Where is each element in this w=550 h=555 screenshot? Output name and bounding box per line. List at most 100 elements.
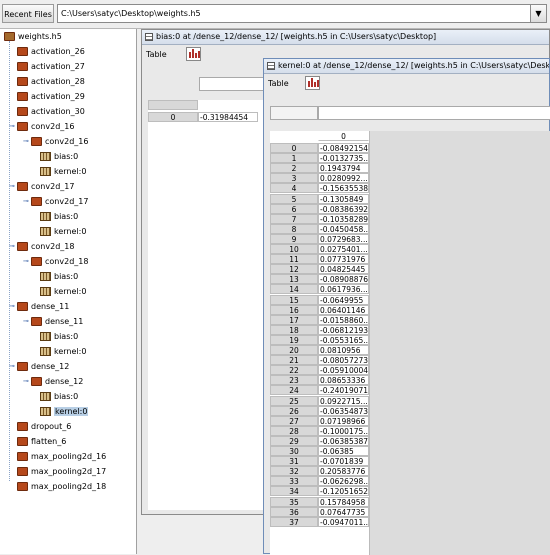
- row-header[interactable]: 4: [270, 183, 318, 194]
- chart-icon[interactable]: [305, 76, 320, 90]
- row-header[interactable]: 18: [270, 324, 318, 335]
- table-cell[interactable]: -0.10358289: [318, 213, 369, 224]
- tree-item-dataset[interactable]: bias:0: [40, 329, 78, 344]
- tree-item-group[interactable]: conv2d_17: [31, 194, 88, 209]
- row-header[interactable]: 36: [270, 506, 318, 517]
- row-header[interactable]: 13: [270, 274, 318, 285]
- tree-item-group[interactable]: dense_11: [17, 299, 69, 314]
- table-cell[interactable]: -0.1000175...: [318, 425, 369, 436]
- table-cell[interactable]: 0.0729683...: [318, 233, 369, 244]
- row-header[interactable]: 29: [270, 435, 318, 446]
- row-header[interactable]: 19: [270, 334, 318, 345]
- table-cell[interactable]: 0.0922715...: [318, 395, 369, 406]
- table-cell[interactable]: -0.31984454: [198, 112, 258, 122]
- tree-item-group[interactable]: conv2d_18: [17, 239, 74, 254]
- kernel-table[interactable]: 0 0 -0.08492154 1 -0.0132735... 2 0.1943794 3 0…: [270, 131, 369, 555]
- row-header[interactable]: 8: [270, 223, 318, 234]
- tree-item-group[interactable]: activation_28: [17, 74, 85, 89]
- row-header[interactable]: 20: [270, 345, 318, 355]
- table-cell[interactable]: -0.1305849: [318, 193, 369, 204]
- table-cell[interactable]: -0.0701839: [318, 456, 369, 467]
- tree-item-group[interactable]: conv2d_18: [31, 254, 88, 269]
- row-header[interactable]: 23: [270, 375, 318, 386]
- chevron-down-icon[interactable]: ▼: [531, 4, 547, 23]
- row-header[interactable]: 30: [270, 446, 318, 456]
- row-header[interactable]: 14: [270, 284, 318, 295]
- row-header[interactable]: 15: [270, 294, 318, 305]
- expand-toggle-icon[interactable]: ⊸: [9, 303, 16, 310]
- row-header[interactable]: 32: [270, 466, 318, 477]
- table-cell[interactable]: -0.24019071: [318, 385, 369, 396]
- row-header[interactable]: 26: [270, 405, 318, 416]
- chart-icon[interactable]: [186, 47, 201, 61]
- row-header[interactable]: 1: [270, 153, 318, 164]
- file-tree[interactable]: weights.h5 activation_26 activation_27 acti…: [0, 29, 137, 554]
- menu-table[interactable]: Table: [146, 46, 167, 64]
- row-header[interactable]: 16: [270, 304, 318, 315]
- row-header[interactable]: 27: [270, 415, 318, 426]
- tree-item-group[interactable]: activation_26: [17, 44, 85, 59]
- table-cell[interactable]: -0.0626298...: [318, 476, 369, 487]
- table-cell[interactable]: 0.07198966: [318, 415, 369, 426]
- tree-item-dataset[interactable]: bias:0: [40, 269, 78, 284]
- kernel-dataset-window[interactable]: kernel:0 at /dense_12/dense_12/ [weights…: [263, 58, 550, 555]
- table-cell[interactable]: 0.0810956: [318, 345, 369, 355]
- table-cell[interactable]: 0.06401146: [318, 304, 369, 315]
- recent-files-button[interactable]: Recent Files: [2, 4, 54, 23]
- tree-item-dataset[interactable]: bias:0: [40, 209, 78, 224]
- table-cell[interactable]: -0.06385: [318, 446, 369, 456]
- tree-item-group[interactable]: weights.h5: [4, 29, 62, 44]
- table-cell[interactable]: -0.0450458...: [318, 223, 369, 234]
- table-cell[interactable]: 0.08653336: [318, 375, 369, 386]
- row-header[interactable]: 24: [270, 385, 318, 396]
- table-cell[interactable]: 0.0617936...: [318, 284, 369, 295]
- table-cell[interactable]: -0.06354873: [318, 405, 369, 416]
- tree-item-dataset[interactable]: kernel:0: [40, 404, 89, 419]
- row-header[interactable]: 25: [270, 395, 318, 406]
- tree-item-group[interactable]: max_pooling2d_16: [17, 449, 106, 464]
- table-cell[interactable]: -0.06812193: [318, 324, 369, 335]
- table-cell[interactable]: -0.0132735...: [318, 153, 369, 164]
- tree-item-group[interactable]: max_pooling2d_17: [17, 464, 106, 479]
- tree-item-group[interactable]: conv2d_16: [17, 119, 74, 134]
- table-cell[interactable]: -0.0649955: [318, 294, 369, 305]
- tree-item-group[interactable]: activation_27: [17, 59, 85, 74]
- tree-item-dataset[interactable]: kernel:0: [40, 344, 86, 359]
- row-header[interactable]: 33: [270, 476, 318, 487]
- expand-toggle-icon[interactable]: ⊸: [9, 183, 16, 190]
- table-cell[interactable]: -0.08386392: [318, 203, 369, 214]
- table-cell[interactable]: -0.0158860...: [318, 314, 369, 325]
- row-header[interactable]: 7: [270, 213, 318, 224]
- table-cell[interactable]: 0.20583776: [318, 466, 369, 477]
- table-cell[interactable]: -0.05910004: [318, 365, 369, 376]
- tree-item-group[interactable]: activation_29: [17, 89, 85, 104]
- tree-item-group[interactable]: conv2d_17: [17, 179, 74, 194]
- row-header[interactable]: 35: [270, 496, 318, 507]
- menu-table[interactable]: Table: [268, 75, 289, 93]
- row-header[interactable]: 6: [270, 203, 318, 214]
- expand-toggle-icon[interactable]: ⊸: [23, 138, 30, 145]
- table-cell[interactable]: -0.0947011...: [318, 516, 369, 527]
- row-header[interactable]: 37: [270, 516, 318, 527]
- file-path-input[interactable]: C:\Users\satyc\Desktop\weights.h5: [57, 4, 531, 23]
- table-cell[interactable]: 0.07647735: [318, 506, 369, 517]
- tree-item-group[interactable]: dense_12: [31, 374, 83, 389]
- row-header[interactable]: 12: [270, 264, 318, 275]
- row-header[interactable]: 31: [270, 456, 318, 467]
- bias-table[interactable]: 0 -0.31984454: [148, 100, 265, 510]
- expand-toggle-icon[interactable]: ⊸: [9, 243, 16, 250]
- tree-item-group[interactable]: dense_12: [17, 359, 69, 374]
- tree-item-dataset[interactable]: kernel:0: [40, 164, 86, 179]
- row-header[interactable]: 11: [270, 254, 318, 265]
- tree-item-group[interactable]: dense_11: [31, 314, 83, 329]
- expand-toggle-icon[interactable]: ⊸: [9, 123, 16, 130]
- table-cell[interactable]: 0.07731976: [318, 254, 369, 265]
- table-cell[interactable]: 0.0275401...: [318, 244, 369, 254]
- row-header[interactable]: 5: [270, 193, 318, 204]
- column-header[interactable]: 0: [318, 131, 369, 141]
- table-cell[interactable]: -0.08908876: [318, 274, 369, 285]
- tree-item-dataset[interactable]: bias:0: [40, 149, 78, 164]
- expand-toggle-icon[interactable]: ⊸: [9, 363, 16, 370]
- table-cell[interactable]: 0.15784958: [318, 496, 369, 507]
- row-header[interactable]: 34: [270, 486, 318, 497]
